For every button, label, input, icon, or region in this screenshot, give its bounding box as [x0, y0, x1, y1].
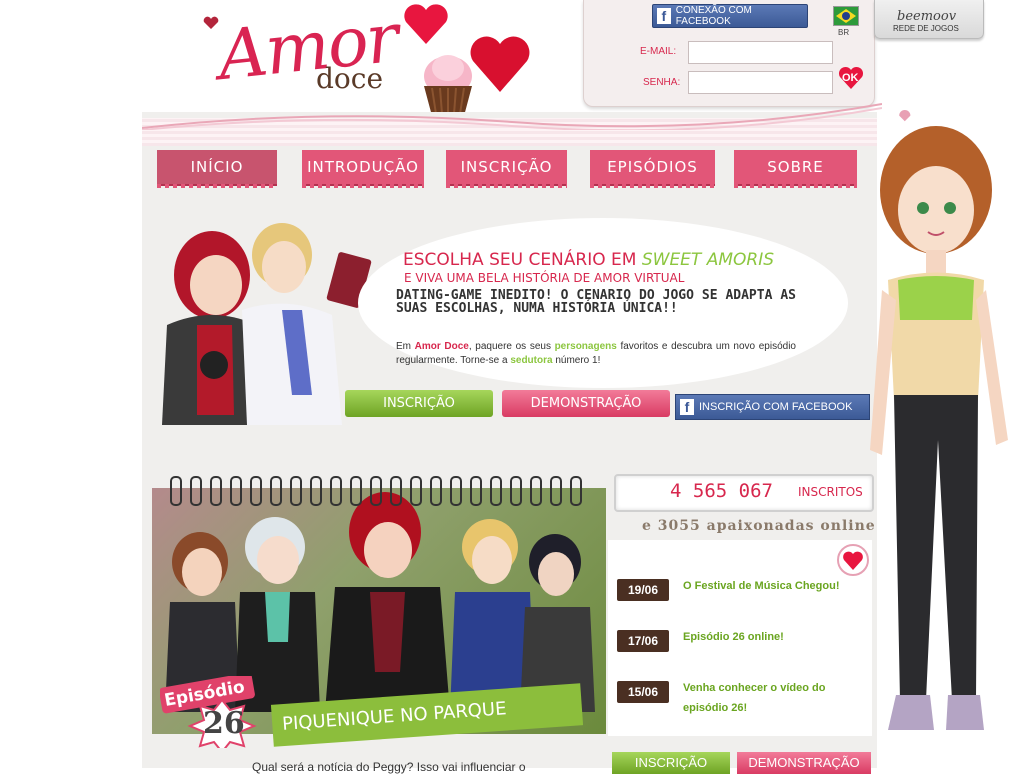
spiral-ring	[210, 476, 222, 506]
facebook-connect-label: CONEXÃO COM FACEBOOK	[675, 5, 752, 27]
password-field[interactable]	[688, 71, 833, 94]
hero-title-prefix: ESCOLHA SEU CENÁRIO EM	[403, 250, 642, 270]
spiral-ring	[430, 476, 442, 506]
spiral-ring	[570, 476, 582, 506]
spiral-ring	[410, 476, 422, 506]
decorative-wave	[142, 103, 882, 130]
spiral-ring	[330, 476, 342, 506]
facebook-icon: f	[680, 399, 694, 415]
spiral-ring	[250, 476, 262, 506]
hero-subtitle: E VIVA UMA BELA HISTÓRIA DE AMOR VIRTUAL	[404, 271, 685, 285]
nav-tab-sobre[interactable]: SOBRE	[734, 150, 857, 188]
online-count: e 3055 apaixonadas online	[642, 518, 876, 534]
hero-body-text: , paquere os seus	[468, 341, 555, 352]
spiral-ring	[510, 476, 522, 506]
spiral-ring	[370, 476, 382, 506]
nav-tab-inicio[interactable]: INÍCIO	[157, 150, 277, 188]
amor-doce-highlight: Amor Doce	[414, 341, 469, 352]
spiral-ring	[490, 476, 502, 506]
heart-icon	[837, 544, 869, 576]
spiral-ring	[230, 476, 242, 506]
news-item-link[interactable]: Venha conhecer o vídeo do episódio 26!	[683, 678, 853, 718]
spiral-ring	[390, 476, 402, 506]
inscricao-button[interactable]: INSCRIÇÃO	[345, 390, 493, 417]
news-date: 19/06	[617, 579, 669, 601]
spiral-ring	[310, 476, 322, 506]
facebook-connect-button[interactable]: f CONEXÃO COM FACEBOOK	[652, 4, 808, 28]
spiral-ring	[450, 476, 462, 506]
nav-tab-introducao[interactable]: INTRODUÇÃO	[302, 150, 424, 188]
facebook-signup-button[interactable]: f INSCRIÇÃO COM FACEBOOK	[675, 394, 870, 420]
spiral-ring	[470, 476, 482, 506]
hero-description: Em Amor Doce, paquere os seus personagen…	[396, 340, 796, 368]
news-item-link[interactable]: Episódio 26 online!	[683, 627, 853, 647]
brazil-flag-icon[interactable]	[833, 6, 859, 26]
beemoov-subtitle: REDE DE JOGOS	[893, 24, 959, 33]
spiral-ring	[350, 476, 362, 506]
hero-body-text: Em	[396, 341, 415, 352]
language-label: BR	[838, 28, 850, 37]
spiral-ring	[170, 476, 182, 506]
beemoov-logo: beemoov	[897, 9, 957, 24]
ok-login-button[interactable]: OK	[838, 66, 864, 89]
episode-number: 26	[203, 706, 245, 741]
episode-teaser: Qual será a notícia do Peggy? Isso vai i…	[252, 760, 526, 774]
hero-tagline: DATING-GAME INEDITO! O CENARIO DO JOGO S…	[396, 288, 796, 316]
spiral-ring	[550, 476, 562, 506]
personagens-highlight: personagens	[554, 341, 617, 352]
spiral-ring	[530, 476, 542, 506]
inscricao-button-secondary[interactable]: INSCRIÇÃO	[612, 752, 730, 774]
hero-body-text: número 1!	[552, 355, 601, 366]
demonstracao-button-secondary[interactable]: DEMONSTRAÇÃO	[737, 752, 871, 774]
subscriber-count: 4 565 067	[670, 480, 773, 502]
email-field[interactable]	[688, 41, 833, 64]
girl-character-illustration	[870, 110, 1008, 730]
spiral-ring	[190, 476, 202, 506]
spiral-ring	[270, 476, 282, 506]
news-date: 15/06	[617, 681, 669, 703]
ok-label: OK	[842, 72, 859, 84]
hero-title: ESCOLHA SEU CENÁRIO EM SWEET AMORIS	[403, 250, 774, 270]
email-label: E-MAIL:	[640, 46, 677, 57]
hero-title-em: SWEET AMORIS	[641, 250, 775, 270]
news-date: 17/06	[617, 630, 669, 652]
facebook-signup-label: INSCRIÇÃO COM FACEBOOK	[699, 401, 853, 413]
spiral-ring	[290, 476, 302, 506]
heart-icon	[404, 4, 448, 45]
small-heart-icon	[203, 16, 219, 29]
nav-tab-episodios[interactable]: EPISÓDIOS	[590, 150, 715, 188]
demonstracao-button[interactable]: DEMONSTRAÇÃO	[502, 390, 670, 417]
senha-label: SENHA:	[643, 77, 681, 88]
logo-doce-text: doce	[316, 62, 384, 95]
subscriber-count-label: INSCRITOS	[798, 485, 863, 499]
sedutora-highlight: sedutora	[510, 355, 553, 366]
news-item-link[interactable]: O Festival de Música Chegou!	[683, 576, 853, 596]
flag-icon	[834, 7, 858, 25]
facebook-icon: f	[657, 8, 671, 24]
nav-tab-inscricao[interactable]: INSCRIÇÃO	[446, 150, 567, 188]
